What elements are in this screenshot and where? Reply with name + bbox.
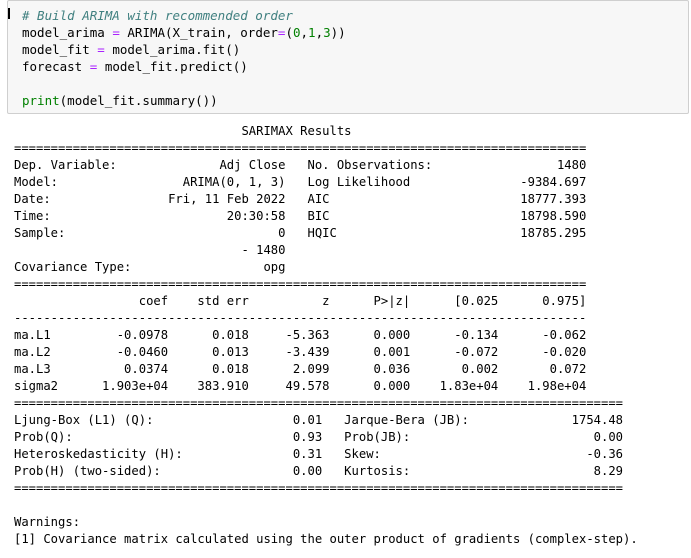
- output-line: SARIMAX Results: [14, 124, 587, 138]
- output-line: ========================================…: [14, 481, 624, 495]
- output-line: Covariance Type: opg: [14, 260, 587, 274]
- output-line: Date: Fri, 11 Feb 2022 AIC 18777.393: [14, 192, 587, 206]
- output-line: Prob(Q): 0.93 Prob(JB): 0.00: [14, 430, 624, 444]
- output-line: Ljung-Box (L1) (Q): 0.01 Jarque-Bera (JB…: [14, 413, 624, 427]
- code-line-5: print(model_fit.summary()): [22, 93, 218, 108]
- output-line: Prob(H) (two-sided): 0.00 Kurtosis: 8.29: [14, 464, 624, 478]
- output-line: Sample: 0 HQIC 18785.295: [14, 226, 587, 240]
- output-line: coef std err z P>|z| [0.025 0.975]: [14, 294, 587, 308]
- output-line: ma.L1 -0.0978 0.018 -5.363 0.000 -0.134 …: [14, 328, 587, 342]
- output-line: - 1480: [14, 243, 587, 257]
- output-line: ma.L3 0.0374 0.018 2.099 0.036 0.002 0.0…: [14, 362, 587, 376]
- code-editor[interactable]: # Build ARIMA with recommended order mode…: [22, 7, 346, 109]
- output-line: Warnings:: [14, 515, 81, 529]
- code-line-1: model_arima = ARIMA(X_train, order=(0,1,…: [22, 25, 346, 40]
- output-line: Model: ARIMA(0, 1, 3) Log Likelihood -93…: [14, 175, 587, 189]
- output-line: Dep. Variable: Adj Close No. Observation…: [14, 158, 587, 172]
- output-line: ========================================…: [14, 396, 624, 410]
- output-line: ========================================…: [14, 141, 587, 155]
- output-line: ========================================…: [14, 277, 587, 291]
- output-line: ----------------------------------------…: [14, 311, 587, 325]
- cell-output: SARIMAX Results ========================…: [14, 123, 638, 548]
- code-line-2: model_fit = model_arima.fit(): [22, 42, 241, 57]
- code-comment: # Build ARIMA with recommended order: [22, 8, 293, 23]
- output-line: ma.L2 -0.0460 0.013 -3.439 0.001 -0.072 …: [14, 345, 587, 359]
- output-line: [1] Covariance matrix calculated using t…: [14, 532, 638, 546]
- code-line-3: forecast = model_fit.predict(): [22, 59, 248, 74]
- output-line: Heteroskedasticity (H): 0.31 Skew: -0.36: [14, 447, 624, 461]
- output-line: sigma2 1.903e+04 383.910 49.578 0.000 1.…: [14, 379, 587, 393]
- cell-cursor: [8, 8, 10, 19]
- output-line: Time: 20:30:58 BIC 18798.590: [14, 209, 587, 223]
- code-cell[interactable]: # Build ARIMA with recommended order mode…: [7, 0, 689, 114]
